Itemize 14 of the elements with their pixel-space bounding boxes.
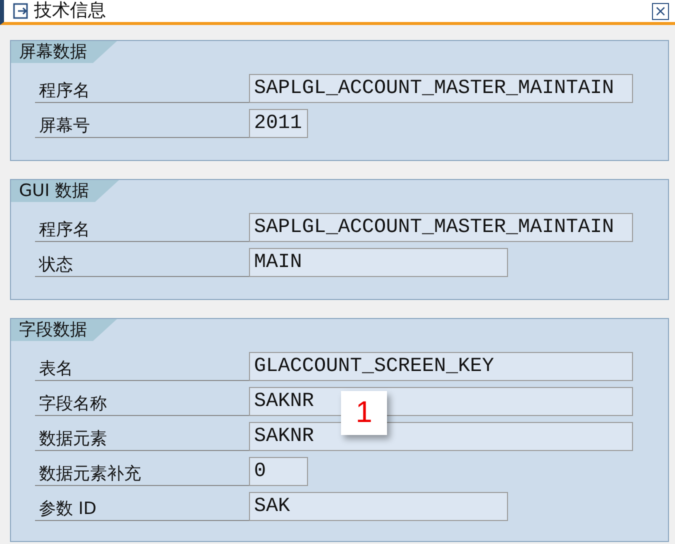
group-title: GUI 数据 — [11, 180, 120, 202]
close-button[interactable]: × — [652, 2, 669, 20]
input-field[interactable]: SAPLGL_ACCOUNT_MASTER_MAINTAIN — [249, 213, 633, 242]
input-field[interactable]: SAPLGL_ACCOUNT_MASTER_MAINTAIN — [249, 74, 633, 103]
input-field[interactable]: GLACCOUNT_SCREEN_KEY — [249, 352, 633, 381]
input-field[interactable]: MAIN — [249, 248, 508, 277]
input-field[interactable]: 2011 — [249, 109, 308, 138]
input-field[interactable]: SAK — [249, 492, 508, 521]
group-title: 字段数据 — [11, 319, 117, 341]
input-field[interactable]: 0 — [249, 457, 308, 486]
window-title: 技术信息 — [34, 0, 106, 22]
callout-badge: 1 — [341, 391, 387, 435]
input-field[interactable]: SAKNR — [249, 422, 633, 451]
group-title: 屏幕数据 — [11, 41, 117, 63]
